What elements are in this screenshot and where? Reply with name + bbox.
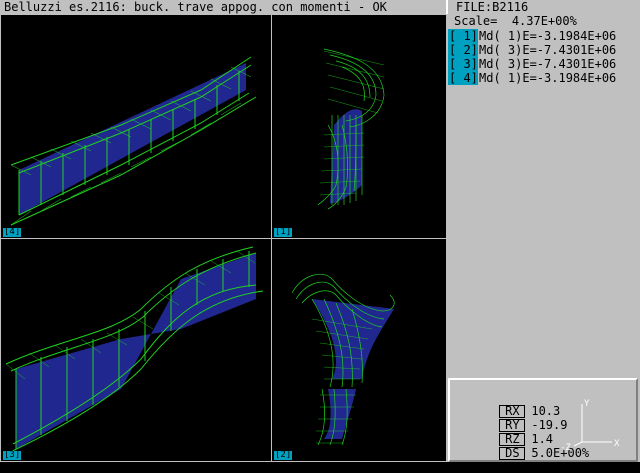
mode-item[interactable]: [ 1] Md( 1)E=-3.1984E+06	[448, 29, 616, 43]
mode-list: [ 1] Md( 1)E=-3.1984E+06 [ 2] Md( 3)E=-7…	[448, 29, 616, 85]
beam-mesh-end-view	[317, 48, 385, 210]
mode-item[interactable]: [ 3] Md( 3)E=-7.4301E+06	[448, 57, 616, 71]
rz-row: RZ 1.4	[456, 420, 553, 446]
ds-key[interactable]: DS	[499, 447, 526, 460]
viewport-label: [1]	[274, 227, 293, 237]
mode-item[interactable]: [ 4] Md( 1)E=-3.1984E+06	[448, 71, 616, 85]
mode-text: Md( 1)E=-3.1984E+06	[479, 29, 617, 43]
scale-label: Scale=	[454, 14, 498, 28]
rx-row: RX 10.3	[456, 392, 560, 418]
scale-readout: Scale= 4.37E+00%	[454, 15, 577, 28]
mode-text: Md( 3)E=-7.4301E+06	[479, 57, 617, 71]
viewport-label: [4]	[3, 227, 22, 237]
viewport-top-left[interactable]: [4]	[0, 14, 272, 239]
window-title: Belluzzi es.2116: buck. trave appog. con…	[0, 0, 446, 14]
mode-text: Md( 3)E=-7.4301E+06	[479, 43, 617, 57]
axis-y-label: Y	[584, 399, 590, 409]
viewport-label: [2]	[274, 450, 293, 460]
axis-x-label: X	[614, 439, 620, 449]
side-panel: Scale= 4.37E+00% [ 1] Md( 1)E=-3.1984E+0…	[446, 14, 640, 462]
mode-index[interactable]: [ 2]	[448, 43, 478, 57]
mode-index[interactable]: [ 1]	[448, 29, 478, 43]
viewport-bottom-left[interactable]: [3]	[0, 238, 272, 462]
beam-mesh-iso	[10, 56, 257, 226]
viewport-label: [3]	[3, 450, 22, 460]
file-name: FILE:B2116	[446, 0, 640, 14]
beam-mesh-buckled-iso	[5, 246, 264, 455]
mode-index[interactable]: [ 4]	[448, 71, 478, 85]
axis-triad-icon: Y X -Z	[562, 399, 620, 450]
mode-text: Md( 1)E=-3.1984E+06	[479, 71, 617, 85]
mode-index[interactable]: [ 3]	[448, 57, 478, 71]
axis-z-label: -Z	[562, 443, 571, 450]
view-rotation-panel: RX10.3 RY-19.9 RZ1.4 DS5.0E+00% Y X -Z	[448, 378, 638, 462]
beam-mesh-buckled-end	[291, 273, 395, 446]
ry-row: RY -19.9	[456, 406, 567, 432]
viewport-bottom-right[interactable]: [2]	[271, 238, 447, 462]
viewport-top-right[interactable]: [1]	[271, 14, 447, 239]
scale-value: 4.37E+00%	[511, 14, 577, 28]
mode-item[interactable]: [ 2] Md( 3)E=-7.4301E+06	[448, 43, 616, 57]
